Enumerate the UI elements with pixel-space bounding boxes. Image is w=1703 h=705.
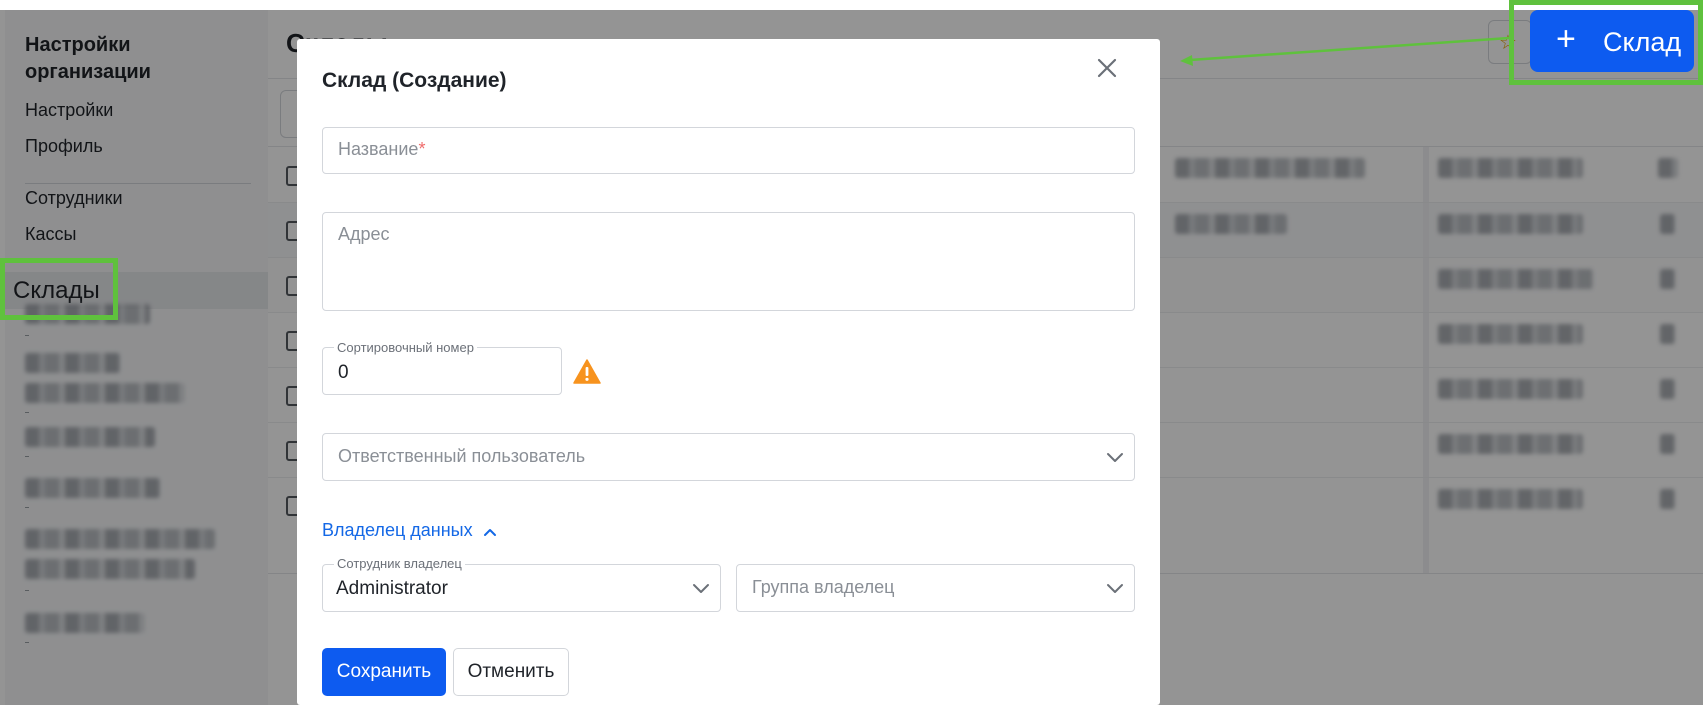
owner-employee-value: Administrator xyxy=(336,578,448,599)
address-textarea[interactable]: Адрес xyxy=(322,212,1135,311)
screenshot-frame: Настройки организации Настройки Профиль … xyxy=(0,0,1703,705)
chevron-down-icon xyxy=(693,584,709,593)
warning-icon[interactable] xyxy=(573,359,601,385)
sort-number-value: 0 xyxy=(338,362,349,383)
chevron-up-icon[interactable] xyxy=(483,527,497,537)
owner-group-placeholder: Группа владелец xyxy=(752,577,895,597)
name-placeholder: Название* xyxy=(338,139,426,159)
responsible-user-select[interactable]: Ответственный пользователь xyxy=(322,433,1135,481)
name-input[interactable]: Название* xyxy=(322,127,1135,174)
sort-number-label: Сортировочный номер xyxy=(334,341,477,355)
save-button[interactable]: Сохранить xyxy=(322,648,446,696)
close-icon[interactable] xyxy=(1092,53,1122,83)
owner-employee-label: Сотрудник владелец xyxy=(334,557,465,571)
dialog-title: Склад (Создание) xyxy=(322,69,507,92)
owner-group-select[interactable]: Группа владелец xyxy=(736,564,1135,612)
create-warehouse-dialog: Склад (Создание) Название* Адрес 0 Сорти… xyxy=(297,39,1160,705)
owner-employee-select[interactable]: Administrator xyxy=(322,564,721,612)
address-placeholder: Адрес xyxy=(338,224,390,244)
data-owner-toggle[interactable]: Владелец данных xyxy=(322,520,473,541)
chevron-down-icon xyxy=(1107,453,1123,462)
chevron-down-icon xyxy=(1107,584,1123,593)
cancel-button[interactable]: Отменить xyxy=(453,648,569,696)
responsible-user-placeholder: Ответственный пользователь xyxy=(338,446,586,466)
annotation-highlight-sidebar-item xyxy=(0,258,118,320)
required-mark: * xyxy=(418,139,426,159)
annotation-highlight-create-button xyxy=(1509,0,1703,85)
